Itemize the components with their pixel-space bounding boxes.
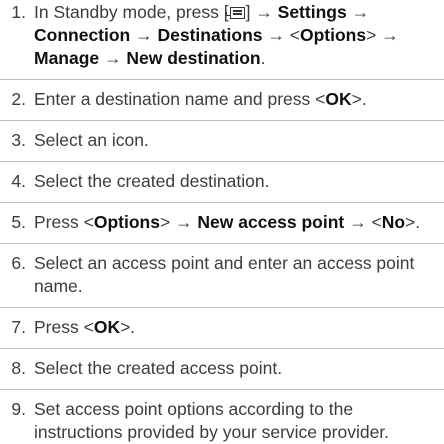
instruction-steps: 1. In Standby mode, press [] → Settings … [0, 1, 444, 444]
divider [0, 202, 444, 203]
divider [0, 389, 444, 390]
step-text: Select the created destination. [34, 171, 270, 191]
divider [0, 348, 444, 349]
step-text: Set access point options according to th… [34, 399, 390, 442]
step-1: 1. In Standby mode, press [] → Settings … [0, 1, 444, 70]
step-7: 7. Press <OK>. [0, 316, 444, 339]
step-number: 9. [11, 399, 26, 419]
options-label: Options [299, 25, 367, 45]
ok-label: OK [325, 89, 352, 109]
step-text: In Standby mode, press [] → Settings → C… [34, 2, 399, 68]
divider [0, 161, 444, 162]
step-number: 8. [11, 358, 26, 378]
step-number: 7. [11, 317, 26, 337]
settings-label: Settings [277, 2, 347, 22]
connection-label: Connection [34, 25, 131, 45]
step-text: Press <Options> → New access point → <No… [34, 212, 421, 232]
step-4: 4. Select the created destination. [0, 170, 444, 193]
no-label: No [381, 212, 406, 232]
new-access-point-label: New access point [197, 212, 345, 232]
step-number: 1. [11, 2, 26, 22]
step-number: 4. [11, 171, 26, 191]
step-9: 9. Set access point options according to… [0, 398, 444, 444]
divider [0, 79, 444, 80]
step-5: 5. Press <Options> → New access point → … [0, 211, 444, 234]
step-text: Press <OK>. [34, 317, 136, 337]
step-8: 8. Select the created access point. [0, 357, 444, 380]
step-6: 6. Select an access point and enter an a… [0, 252, 444, 298]
step-text: Select an icon. [34, 130, 149, 150]
step-text: Select the created access point. [34, 358, 283, 378]
ok-label: OK [93, 317, 121, 337]
divider [0, 243, 444, 244]
manage-label: Manage [34, 48, 100, 68]
divider [0, 307, 444, 308]
step-text: Enter a destination name and press <OK>. [34, 89, 367, 109]
step-2: 2. Enter a destination name and press <O… [0, 88, 444, 111]
step-number: 5. [11, 212, 26, 232]
destinations-label: Destinations [157, 25, 263, 45]
new-destination-label: New destination [126, 48, 261, 68]
step-number: 2. [11, 89, 26, 109]
step-number: 6. [11, 253, 26, 273]
options-label: Options [93, 212, 160, 232]
step-3: 3. Select an icon. [0, 129, 444, 152]
step-text: Select an access point and enter an acce… [34, 253, 415, 296]
menu-key-icon [225, 7, 245, 19]
divider [0, 120, 444, 121]
step-number: 3. [11, 130, 26, 150]
